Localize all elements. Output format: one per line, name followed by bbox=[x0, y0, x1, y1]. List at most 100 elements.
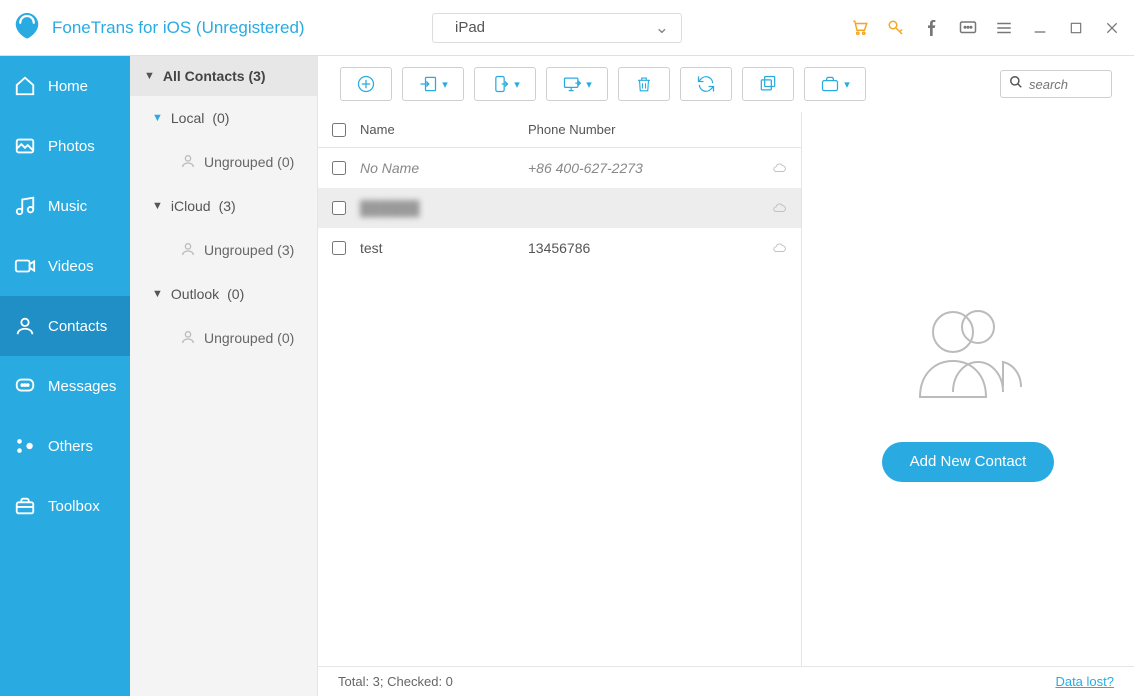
cloud-icon bbox=[757, 241, 801, 255]
sidebar-item-photos[interactable]: Photos bbox=[0, 116, 130, 176]
tree-group-name: iCloud bbox=[171, 198, 211, 214]
chevron-down-icon: ▾ bbox=[844, 78, 850, 91]
logo-area: FoneTrans for iOS (Unregistered) bbox=[12, 10, 432, 45]
table-row[interactable]: test 13456786 bbox=[318, 228, 801, 268]
toolbox-icon bbox=[14, 495, 36, 517]
tree-group-name: Outlook bbox=[171, 286, 219, 302]
export-to-device-button[interactable]: ▾ bbox=[474, 67, 536, 101]
triangle-down-icon: ▼ bbox=[152, 288, 163, 300]
tree-group-count: (0) bbox=[212, 110, 229, 126]
tree-group-local[interactable]: ▼ Local (0) bbox=[130, 96, 317, 140]
tree-group-name: Local bbox=[171, 110, 204, 126]
tree-group-outlook[interactable]: ▼ Outlook (0) bbox=[130, 272, 317, 316]
column-name[interactable]: Name bbox=[360, 122, 528, 137]
sidebar-item-messages[interactable]: Messages bbox=[0, 356, 130, 416]
tree-group-count: (0) bbox=[227, 286, 244, 302]
triangle-down-icon: ▼ bbox=[152, 200, 163, 212]
maximize-icon[interactable] bbox=[1066, 18, 1086, 38]
table-row[interactable]: ██████ bbox=[318, 188, 801, 228]
contact-phone: +86 400-627-2273 bbox=[528, 160, 757, 176]
header-icons bbox=[850, 18, 1122, 38]
cloud-icon bbox=[757, 161, 801, 175]
key-icon[interactable] bbox=[886, 18, 906, 38]
tree-group-icloud[interactable]: ▼ iCloud (3) bbox=[130, 184, 317, 228]
add-contact-button[interactable]: Add New Contact bbox=[882, 442, 1055, 482]
app-logo-icon bbox=[12, 10, 42, 45]
sidebar-item-label: Contacts bbox=[48, 318, 107, 335]
table-header: Name Phone Number bbox=[318, 112, 801, 148]
sidebar-item-others[interactable]: Others bbox=[0, 416, 130, 476]
title-bar: FoneTrans for iOS (Unregistered) iPad ⌄ bbox=[0, 0, 1134, 56]
export-to-pc-button[interactable]: ▾ bbox=[546, 67, 608, 101]
refresh-button[interactable] bbox=[680, 67, 732, 101]
contact-name: test bbox=[360, 240, 528, 256]
row-checkbox[interactable] bbox=[332, 201, 346, 215]
sidebar-item-toolbox[interactable]: Toolbox bbox=[0, 476, 130, 536]
contacts-icon bbox=[14, 315, 36, 337]
home-icon bbox=[14, 75, 36, 97]
status-text: Total: 3; Checked: 0 bbox=[338, 674, 453, 689]
triangle-down-icon: ▼ bbox=[152, 112, 163, 124]
people-placeholder-icon bbox=[908, 297, 1028, 412]
chevron-down-icon: ⌄ bbox=[655, 18, 669, 38]
search-input[interactable] bbox=[1029, 77, 1109, 92]
sidebar-item-label: Videos bbox=[48, 258, 94, 275]
sidebar-item-home[interactable]: Home bbox=[0, 56, 130, 116]
data-lost-link[interactable]: Data lost? bbox=[1055, 674, 1114, 689]
facebook-icon[interactable] bbox=[922, 18, 942, 38]
device-name: iPad bbox=[455, 19, 645, 36]
tree-header-all-contacts[interactable]: ▼ All Contacts (3) bbox=[130, 56, 317, 96]
tree-sub-outlook-ungrouped[interactable]: Ungrouped (0) bbox=[130, 316, 317, 360]
photos-icon bbox=[14, 135, 36, 157]
close-icon[interactable] bbox=[1102, 18, 1122, 38]
column-phone[interactable]: Phone Number bbox=[528, 122, 757, 137]
search-field[interactable] bbox=[1000, 70, 1112, 98]
tree-sub-label: Ungrouped (3) bbox=[204, 242, 294, 258]
main-area: ▾ ▾ ▾ ▾ Name Phone Number bbox=[318, 56, 1134, 696]
contact-phone: 13456786 bbox=[528, 240, 757, 256]
others-icon bbox=[14, 435, 36, 457]
row-checkbox[interactable] bbox=[332, 241, 346, 255]
videos-icon bbox=[14, 255, 36, 277]
minimize-icon[interactable] bbox=[1030, 18, 1050, 38]
sidebar-item-label: Messages bbox=[48, 378, 116, 395]
delete-button[interactable] bbox=[618, 67, 670, 101]
cloud-icon bbox=[757, 201, 801, 215]
dedupe-button[interactable] bbox=[742, 67, 794, 101]
sidebar-item-label: Photos bbox=[48, 138, 95, 155]
menu-icon[interactable] bbox=[994, 18, 1014, 38]
contact-name: ██████ bbox=[360, 200, 528, 216]
sidebar-item-label: Home bbox=[48, 78, 88, 95]
backup-button[interactable]: ▾ bbox=[804, 67, 866, 101]
sidebar-item-music[interactable]: Music bbox=[0, 176, 130, 236]
import-button[interactable]: ▾ bbox=[402, 67, 464, 101]
tree-sub-local-ungrouped[interactable]: Ungrouped (0) bbox=[130, 140, 317, 184]
feedback-icon[interactable] bbox=[958, 18, 978, 38]
toolbar: ▾ ▾ ▾ ▾ bbox=[318, 56, 1134, 112]
person-icon bbox=[180, 153, 196, 172]
status-bar: Total: 3; Checked: 0 Data lost? bbox=[318, 666, 1134, 696]
app-title: FoneTrans for iOS (Unregistered) bbox=[52, 18, 305, 38]
tree-sub-label: Ungrouped (0) bbox=[204, 330, 294, 346]
detail-panel: Add New Contact bbox=[802, 112, 1134, 666]
select-all-checkbox[interactable] bbox=[332, 123, 346, 137]
chevron-down-icon: ▾ bbox=[586, 78, 592, 91]
contact-name: No Name bbox=[360, 160, 528, 176]
sidebar-item-label: Others bbox=[48, 438, 93, 455]
add-button[interactable] bbox=[340, 67, 392, 101]
person-icon bbox=[180, 241, 196, 260]
contacts-table: Name Phone Number No Name +86 400-627-22… bbox=[318, 112, 802, 666]
row-checkbox[interactable] bbox=[332, 161, 346, 175]
device-selector[interactable]: iPad ⌄ bbox=[432, 13, 682, 43]
chevron-down-icon: ▾ bbox=[442, 78, 448, 91]
triangle-down-icon: ▼ bbox=[144, 70, 155, 82]
cart-icon[interactable] bbox=[850, 18, 870, 38]
sidebar-item-videos[interactable]: Videos bbox=[0, 236, 130, 296]
sidebar: Home Photos Music Videos Contacts Messag… bbox=[0, 56, 130, 696]
tree-sub-icloud-ungrouped[interactable]: Ungrouped (3) bbox=[130, 228, 317, 272]
table-row[interactable]: No Name +86 400-627-2273 bbox=[318, 148, 801, 188]
sidebar-item-contacts[interactable]: Contacts bbox=[0, 296, 130, 356]
tree-group-count: (3) bbox=[219, 198, 236, 214]
music-icon bbox=[14, 195, 36, 217]
messages-icon bbox=[14, 375, 36, 397]
